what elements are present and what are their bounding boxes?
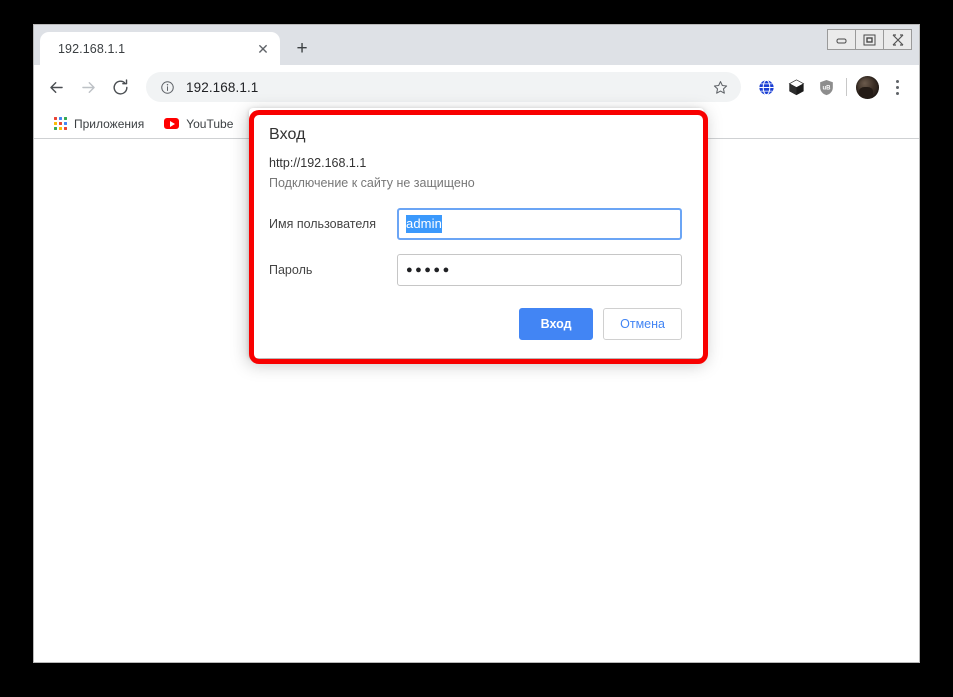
close-button[interactable] <box>883 29 912 50</box>
minimize-button[interactable] <box>827 29 856 50</box>
tab-strip: 192.168.1.1 ✕ + <box>34 25 919 65</box>
window-controls <box>828 29 912 50</box>
star-icon[interactable] <box>709 76 731 98</box>
password-row: Пароль ●●●●● <box>269 254 682 286</box>
youtube-icon <box>164 118 179 129</box>
forward-button[interactable] <box>72 71 104 103</box>
tab-title: 192.168.1.1 <box>58 42 254 56</box>
username-row: Имя пользователя admin <box>269 208 682 240</box>
dialog-title: Вход <box>269 126 682 144</box>
back-arrow-icon <box>47 78 66 97</box>
dialog-security-warning: Подключение к сайту не защищено <box>269 176 682 190</box>
bookmark-apps-label: Приложения <box>74 117 144 131</box>
password-input[interactable]: ●●●●● <box>397 254 682 286</box>
toolbar-separator <box>846 78 847 96</box>
username-value: admin <box>406 215 442 233</box>
close-icon <box>891 34 905 46</box>
submit-button[interactable]: Вход <box>519 308 593 340</box>
reload-icon <box>111 78 130 97</box>
browser-toolbar: 192.168.1.1 <box>34 65 919 109</box>
address-bar[interactable]: 192.168.1.1 <box>146 72 741 102</box>
password-value: ●●●●● <box>406 264 452 276</box>
username-label: Имя пользователя <box>269 217 397 231</box>
new-tab-button[interactable]: + <box>288 34 316 62</box>
profile-avatar[interactable] <box>856 76 879 99</box>
browser-tab[interactable]: 192.168.1.1 ✕ <box>40 32 280 65</box>
ublock-shield-extension-icon[interactable]: uB <box>813 74 839 100</box>
dialog-url: http://192.168.1.1 <box>269 156 682 170</box>
svg-text:uB: uB <box>822 85 831 91</box>
three-dot-menu-icon[interactable] <box>885 73 909 101</box>
cancel-button[interactable]: Отмена <box>603 308 682 340</box>
dialog-actions: Вход Отмена <box>269 308 682 340</box>
bookmark-youtube-label: YouTube <box>186 117 233 131</box>
apps-grid-icon <box>54 117 67 130</box>
username-input[interactable]: admin <box>397 208 682 240</box>
minimize-icon <box>836 35 847 44</box>
maximize-icon <box>863 34 876 46</box>
forward-arrow-icon <box>79 78 98 97</box>
tab-close-icon[interactable]: ✕ <box>254 40 272 58</box>
browser-window: 192.168.1.1 ✕ + <box>34 25 919 662</box>
page-viewport: Вход http://192.168.1.1 Подключение к са… <box>34 139 919 661</box>
password-label: Пароль <box>269 263 397 277</box>
address-bar-url: 192.168.1.1 <box>186 80 709 95</box>
reload-button[interactable] <box>104 71 136 103</box>
bookmark-apps[interactable]: Приложения <box>46 112 152 136</box>
back-button[interactable] <box>40 71 72 103</box>
info-circle-icon[interactable] <box>158 78 176 96</box>
bookmark-youtube[interactable]: YouTube <box>156 112 241 136</box>
maximize-button[interactable] <box>855 29 884 50</box>
authentication-dialog: Вход http://192.168.1.1 Подключение к са… <box>249 108 704 358</box>
cube-extension-icon[interactable] <box>783 74 809 100</box>
globe-extension-icon[interactable] <box>753 74 779 100</box>
